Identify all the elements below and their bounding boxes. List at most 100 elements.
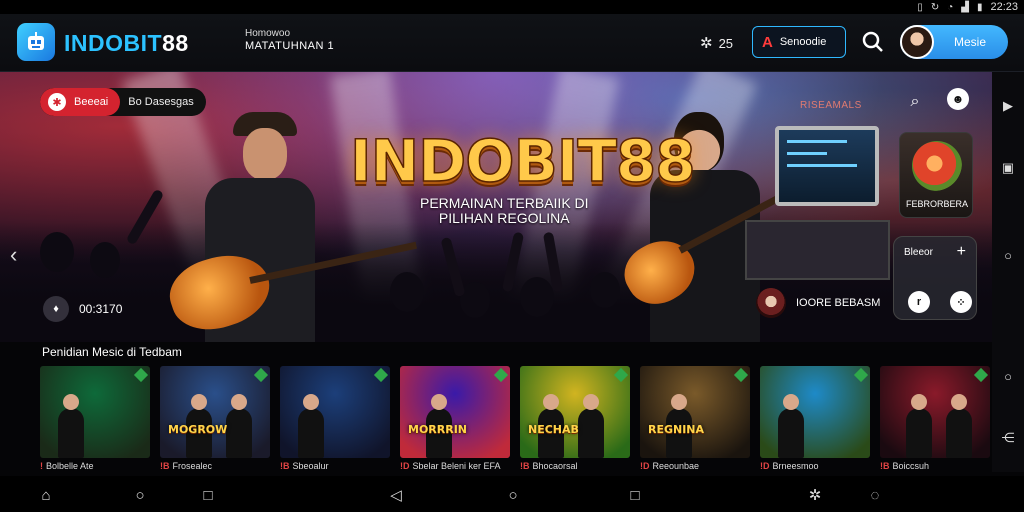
crowd-head bbox=[520, 277, 554, 317]
register-label: Senoodie bbox=[779, 36, 827, 48]
live-badge[interactable]: ✱ Beeeai bbox=[40, 88, 121, 116]
profile-name: Mesie bbox=[954, 35, 987, 49]
brand-logo-text[interactable]: INDOBIT88 bbox=[64, 30, 189, 57]
share-icon[interactable]: ⋲ bbox=[1000, 430, 1016, 446]
status-icons: ▯ ↻ ◔ ▟ ▮ 22:23 bbox=[917, 0, 1018, 14]
music-tile-label: !B Boiccsuh bbox=[880, 461, 990, 471]
artist-figure bbox=[298, 394, 324, 458]
reel-icon[interactable]: r bbox=[908, 291, 930, 313]
emoji-icon[interactable]: ☻ bbox=[947, 88, 969, 110]
recents-icon[interactable]: □ bbox=[626, 486, 644, 504]
circle-icon[interactable]: ○ bbox=[1000, 368, 1016, 384]
music-tile-label: !B Bhocaorsal bbox=[520, 461, 630, 471]
hero-subtitle-line1: PERMAINAN TERBAIIK DI bbox=[420, 195, 589, 211]
music-tile[interactable]: MORRRIN !D Sbelar Beleni ker EFA bbox=[400, 366, 510, 471]
play-icon[interactable]: ▶ bbox=[1000, 98, 1016, 114]
gear-coin-icon: ✲ bbox=[700, 35, 713, 52]
music-tile-title: Bolbelle Ate bbox=[46, 461, 94, 471]
fruit-image bbox=[912, 141, 962, 191]
music-tile-caption: MORRRIN bbox=[408, 423, 468, 436]
crowd-head bbox=[590, 272, 620, 308]
user-card-label: Bleeor bbox=[904, 247, 933, 258]
gear-icon[interactable]: ✲ bbox=[806, 486, 824, 504]
home-icon[interactable]: ⌂ bbox=[37, 486, 55, 504]
play-icon[interactable]: ♦ bbox=[43, 296, 69, 322]
artist-avatar bbox=[756, 288, 786, 318]
music-tile-title: Sbelar Beleni ker EFA bbox=[412, 461, 501, 471]
music-tile-thumbnail bbox=[880, 366, 990, 458]
artist-figure bbox=[778, 394, 804, 458]
chevron-left-icon[interactable]: ‹ bbox=[10, 242, 17, 268]
search-icon[interactable] bbox=[860, 29, 886, 55]
live-tag[interactable]: Bo Dasesgas bbox=[120, 96, 205, 108]
search-icon[interactable]: ⌕ bbox=[901, 88, 929, 116]
save-icon[interactable]: ▣ bbox=[1000, 160, 1016, 176]
back-icon[interactable]: ◁ bbox=[387, 486, 405, 504]
music-tile-title: Brneesmoo bbox=[772, 461, 819, 471]
music-tile-caption: REGNINA bbox=[648, 423, 705, 436]
dots-icon[interactable]: ⁘ bbox=[950, 291, 972, 313]
live-pill[interactable]: ✱ Beeeai Bo Dasesgas bbox=[40, 88, 206, 116]
corner-badge bbox=[733, 367, 749, 383]
hero-subtitle-line2: PILIHAN REGOLINA bbox=[438, 210, 570, 226]
music-tile[interactable]: !D Brneesmoo bbox=[760, 366, 870, 471]
hero-side-panel: ⌕ ☻ FEBRORBERA Bleeor + r ⁘ bbox=[893, 84, 977, 324]
music-tile-label: !D Sbelar Beleni ker EFA bbox=[400, 461, 510, 471]
wifi-icon: ◔ bbox=[947, 1, 954, 13]
artist-figure bbox=[58, 394, 84, 458]
corner-badge bbox=[493, 367, 509, 383]
music-tile[interactable]: NECHAB !B Bhocaorsal bbox=[520, 366, 630, 471]
crowd-head bbox=[40, 232, 74, 272]
music-tile-label: !D Reeounbae bbox=[640, 461, 750, 471]
profile-button[interactable]: Mesie bbox=[900, 25, 1008, 59]
status-bar: ▯ ↻ ◔ ▟ ▮ 22:23 bbox=[0, 0, 1024, 14]
user-card[interactable]: Bleeor + r ⁘ bbox=[893, 236, 977, 320]
circle-icon[interactable]: ○ bbox=[131, 486, 149, 504]
artist-tag[interactable]: IOORE BEBASM bbox=[756, 288, 880, 318]
music-tile[interactable]: ! Bolbelle Ate bbox=[40, 366, 150, 471]
chat-icon[interactable]: ◌ bbox=[866, 486, 884, 504]
home-circle-icon[interactable]: ○ bbox=[504, 486, 522, 504]
bottom-nav: ⌂ ○ □ ◁ ○ □ ✲ ◌ bbox=[0, 476, 1024, 512]
top-header: INDOBIT88 Homowoo MATATUHNAN 1 ✲ 25 A Se… bbox=[0, 14, 1024, 72]
music-tile-title: Frosealec bbox=[172, 461, 213, 471]
header-subtitle-line1: Homowoo bbox=[245, 28, 291, 39]
right-nav: ▶ ▣ ○ ○ ⋲ bbox=[992, 72, 1024, 472]
corner-badge bbox=[373, 367, 389, 383]
music-tile[interactable]: !B Sbeoalur bbox=[280, 366, 390, 471]
music-tile[interactable]: MOGROW !B Frosealec bbox=[160, 366, 270, 471]
music-tile-title: Reeounbae bbox=[652, 461, 700, 471]
music-tile-number: !D bbox=[400, 461, 410, 471]
music-tile-thumbnail: MOGROW bbox=[160, 366, 270, 458]
brand-name: INDOBIT bbox=[64, 30, 163, 56]
mixing-console bbox=[745, 220, 890, 280]
music-tile-title: Boiccsuh bbox=[892, 461, 930, 471]
music-tile-number: !D bbox=[640, 461, 650, 471]
promo-card[interactable]: FEBRORBERA bbox=[899, 132, 973, 218]
circle-icon[interactable]: ○ bbox=[1000, 247, 1016, 263]
live-icon: ✱ bbox=[48, 93, 66, 111]
music-tile-number: !B bbox=[160, 461, 170, 471]
register-button[interactable]: A Senoodie bbox=[752, 26, 846, 58]
music-tile-label: !D Brneesmoo bbox=[760, 461, 870, 471]
robot-logo-icon[interactable] bbox=[17, 23, 55, 61]
corner-badge bbox=[853, 367, 869, 383]
header-subtitle-line2: MATATUHNAN 1 bbox=[245, 40, 335, 52]
sync-icon: ↻ bbox=[930, 1, 940, 13]
music-tile[interactable]: REGNINA !D Reeounbae bbox=[640, 366, 750, 471]
hero-banner[interactable]: RISEAMALS ✱ Beeeai Bo Dasesgas INDOBIT88… bbox=[0, 72, 992, 342]
music-tile-number: ! bbox=[40, 461, 43, 471]
coins-counter[interactable]: ✲ 25 bbox=[700, 34, 733, 52]
live-badge-label: Beeeai bbox=[74, 96, 109, 108]
music-tile-title: Bhocaorsal bbox=[532, 461, 578, 471]
music-tile[interactable]: !B Boiccsuh bbox=[880, 366, 990, 471]
plus-icon[interactable]: + bbox=[957, 243, 966, 261]
artist-figure bbox=[906, 394, 932, 458]
music-tile-number: !D bbox=[760, 461, 770, 471]
music-tile-thumbnail bbox=[40, 366, 150, 458]
square-icon[interactable]: □ bbox=[199, 486, 217, 504]
battery-icon: ▮ bbox=[976, 1, 983, 13]
playback-timer[interactable]: ♦ 00:3170 bbox=[43, 296, 122, 322]
register-letter-icon: A bbox=[762, 33, 773, 51]
music-tile-label: ! Bolbelle Ate bbox=[40, 461, 150, 471]
